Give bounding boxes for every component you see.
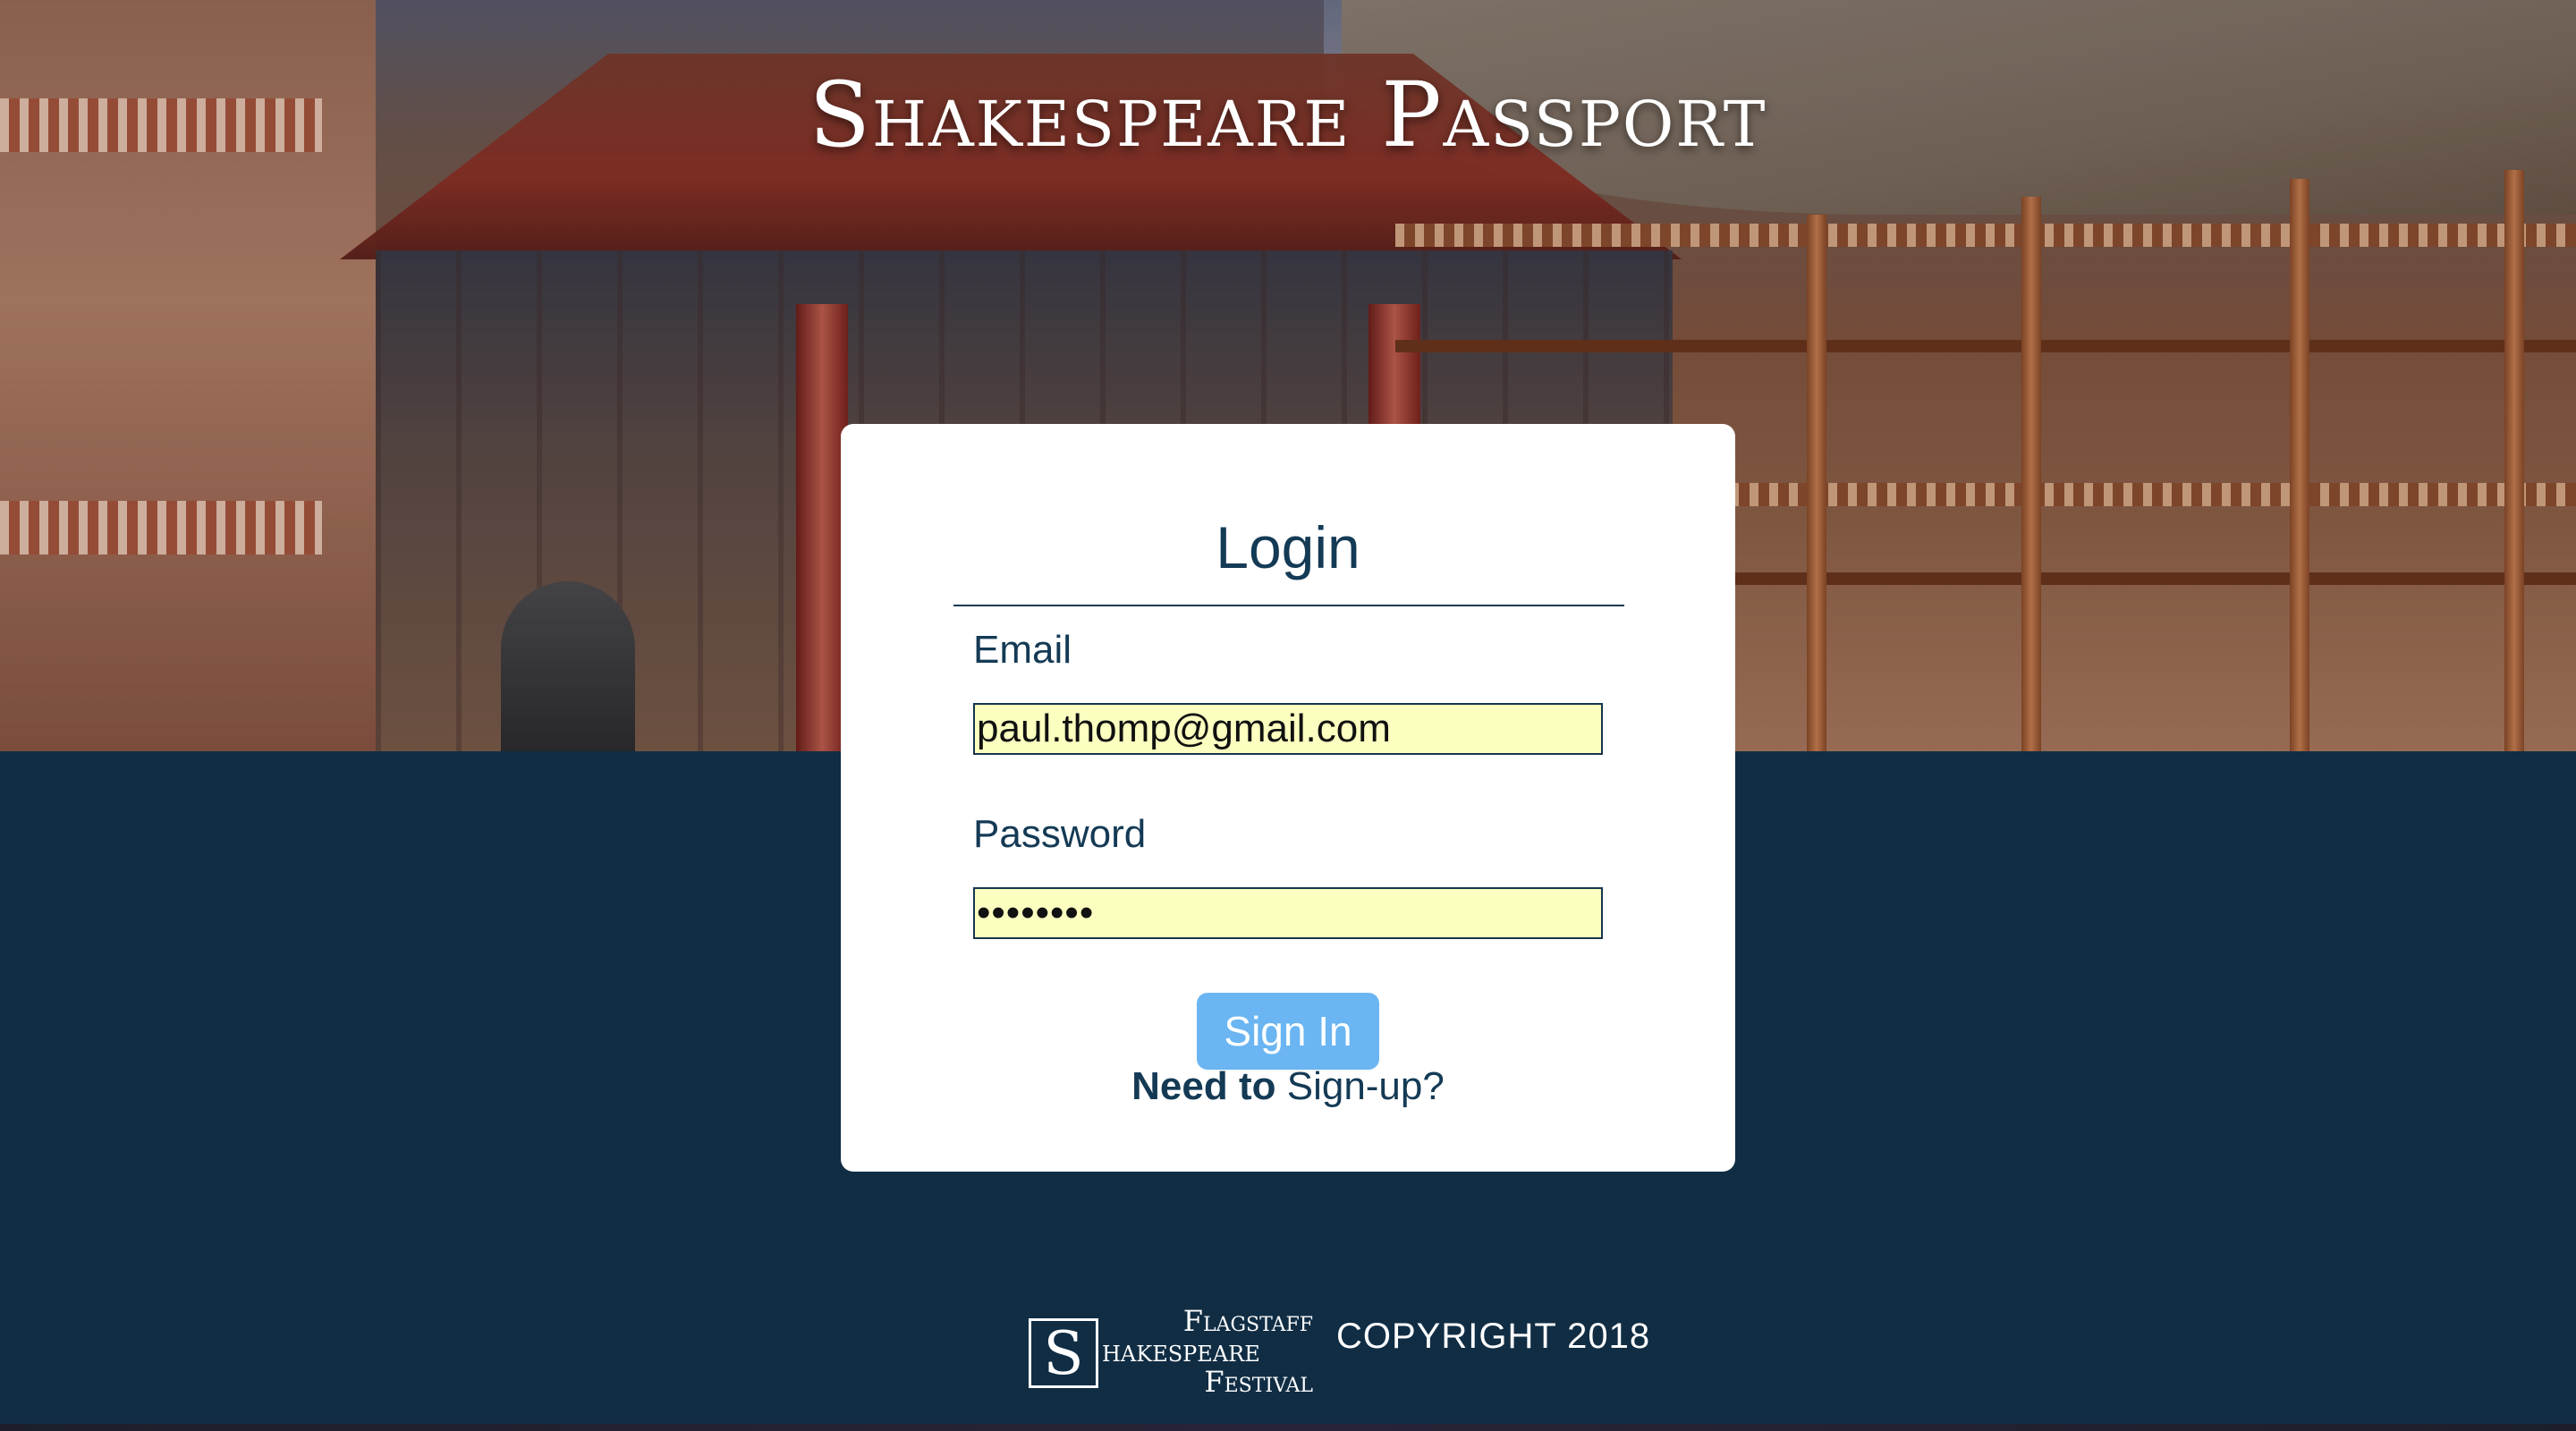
signup-prompt: Need to Sign-up? [841, 1064, 1735, 1109]
signup-prefix-text: Need to [1131, 1064, 1276, 1108]
logo-line-shakespeare: hakespeare [1102, 1334, 1260, 1369]
site-title: Shakespeare Passport [809, 63, 1767, 167]
sign-in-button[interactable]: Sign In [1197, 993, 1379, 1070]
signup-link[interactable]: Sign-up? [1287, 1064, 1445, 1108]
bottom-edge-strip [0, 1424, 2576, 1431]
password-field[interactable] [973, 887, 1603, 939]
password-label: Password [973, 812, 1147, 856]
copyright-text: COPYRIGHT 2018 [1336, 1317, 1651, 1356]
login-page: Shakespeare Passport Login Email Passwor… [0, 0, 2576, 1431]
festival-logo: S Flagstaff hakespeare Festival [1029, 1306, 1313, 1401]
logo-line-flagstaff: Flagstaff [1182, 1304, 1313, 1338]
logo-line-festival: Festival [1204, 1365, 1313, 1399]
login-card: Login Email Password Sign In Need to Sig… [841, 424, 1735, 1172]
login-heading: Login [1216, 514, 1360, 580]
email-label: Email [973, 628, 1072, 672]
heading-divider [953, 605, 1624, 606]
logo-initial-icon: S [1029, 1318, 1098, 1388]
footer: S Flagstaff hakespeare Festival COPYRIGH… [0, 1297, 2576, 1404]
email-field[interactable] [973, 703, 1603, 755]
logo-wordmark: Flagstaff hakespeare Festival [1102, 1306, 1313, 1397]
